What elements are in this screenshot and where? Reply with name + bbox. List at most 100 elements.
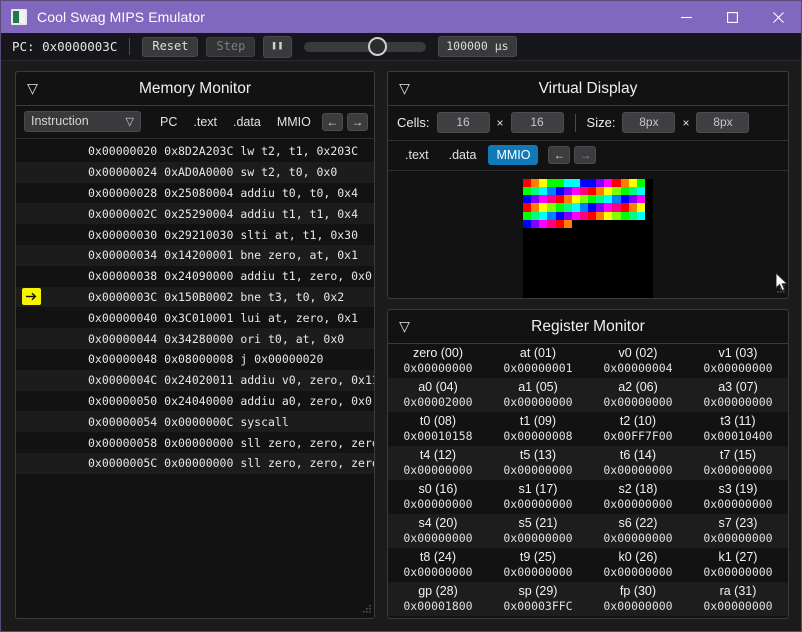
display-cell [596,179,605,188]
close-button[interactable] [755,1,801,33]
memory-view-select[interactable]: Instruction ▽ [24,111,141,132]
memory-row[interactable]: 0x00000020 0x8D2A203C lw t2, t1, 0x203C [16,141,374,162]
memory-row[interactable]: 0x0000002C 0x25290004 addiu t1, t1, 0x4 [16,203,374,225]
display-cell [531,276,540,285]
memory-row[interactable]: 0x00000030 0x29210030 slti at, t1, 0x30 [16,224,374,245]
display-cell [612,211,621,220]
memory-prev-icon[interactable]: ← [321,112,343,131]
memory-tab-mmio[interactable]: MMIO [270,112,318,132]
size-width-field[interactable]: 8px [622,112,676,133]
register-name: sp (29) [518,584,558,598]
resize-grip-icon[interactable] [358,602,372,616]
register-value: 0x00FF7F00 [603,429,673,443]
size-height-field[interactable]: 8px [696,112,750,133]
pause-button[interactable]: ❚❚ [263,35,293,58]
display-tab-mmio[interactable]: MMIO [488,145,539,165]
display-cell [555,260,564,269]
step-interval-field[interactable]: 100000 µs [438,36,517,57]
register-value: 0x00000000 [603,395,673,409]
row-marker-slot [22,205,41,222]
memory-rows[interactable]: 0x00000020 0x8D2A203C lw t2, t1, 0x203C 0… [16,139,374,618]
window-title: Cool Swag MIPS Emulator [37,9,206,25]
display-cell [555,244,564,253]
register-value: 0x00001800 [403,599,473,613]
virtual-display-header: ▽ Virtual Display [388,72,788,106]
memory-row[interactable]: 0x00000058 0x00000000 sll zero, zero, ze… [16,432,374,453]
display-tab-text[interactable]: .text [397,145,437,165]
virtual-display-tabs: .text .data MMIO ← → [388,140,788,171]
memory-next-icon[interactable]: → [346,112,368,131]
memory-row[interactable]: 0x00000028 0x25080004 addiu t0, t0, 0x4 [16,183,374,204]
register-value-line: 0x00002000 0x00000000 0x00000000 0x00000000 [388,394,788,412]
cells-width-field[interactable]: 16 [436,112,490,133]
memory-tab-text[interactable]: .text [186,112,224,132]
display-cell [644,235,653,244]
display-cell [539,244,548,253]
display-cell [555,195,564,204]
memory-row[interactable]: 0x0000004C 0x24020011 addiu v0, zero, 0x… [16,369,374,391]
virtual-display-canvas[interactable] [523,179,653,298]
register-value: 0x00000000 [703,497,773,511]
register-name: t4 (12) [419,448,457,462]
display-cell [620,187,629,196]
memory-row[interactable]: 0x00000034 0x14200001 bne zero, at, 0x1 [16,244,374,266]
memory-row[interactable]: 0x00000048 0x08000008 j 0x00000020 [16,349,374,370]
display-cell [571,211,580,220]
maximize-button[interactable] [709,1,755,33]
display-cell [539,235,548,244]
display-cell [604,227,613,236]
display-cell [547,268,556,277]
display-cell [604,244,613,253]
chevron-down-icon[interactable]: ▽ [396,80,413,97]
display-cell [604,179,613,188]
display-cell [620,235,629,244]
display-next-icon[interactable]: → [574,146,597,164]
display-cell [628,276,637,285]
display-prev-icon[interactable]: ← [548,146,571,164]
memory-row[interactable]: 0x00000054 0x0000000C syscall [16,411,374,433]
memory-tab-pc[interactable]: PC [153,112,184,132]
emulator-window: Cool Swag MIPS Emulator PC: 0x0000003C R… [0,0,802,632]
memory-row[interactable]: 0x00000050 0x24040000 addiu a0, zero, 0x… [16,391,374,412]
display-cell [620,179,629,188]
display-cell [547,284,556,293]
display-cell [588,244,597,253]
display-cell [563,292,572,298]
memory-row[interactable]: 0x00000040 0x3C010001 lui at, zero, 0x1 [16,307,374,328]
register-value: 0x00003FFC [503,599,573,613]
memory-row[interactable]: 0x0000005C 0x00000000 sll zero, zero, ze… [16,452,374,474]
display-cell [555,179,564,188]
register-name: gp (28) [418,584,458,598]
chevron-down-icon[interactable]: ▽ [396,318,413,335]
memory-tab-data[interactable]: .data [226,112,268,132]
display-cell [571,268,580,277]
step-button[interactable]: Step [206,36,256,57]
memory-row[interactable]: 0x00000024 0xAD0A0000 sw t2, t0, 0x0 [16,161,374,183]
display-cell [531,292,540,298]
display-cell [644,260,653,269]
memory-row[interactable]: 0x00000044 0x34280000 ori t0, at, 0x0 [16,328,374,349]
speed-slider-thumb[interactable] [368,36,388,56]
register-value: 0x00000000 [703,531,773,545]
memory-row-text: 0x00000034 0x14200001 bne zero, at, 0x1 [88,248,359,263]
speed-slider[interactable] [304,36,427,56]
display-cell [644,211,653,220]
memory-row[interactable]: 0x0000003C 0x150B0002 bne t3, t0, 0x2 [16,286,374,308]
display-cell [563,284,572,293]
display-cell [604,211,613,220]
chevron-down-icon[interactable]: ▽ [24,80,41,97]
reset-button[interactable]: Reset [142,36,199,57]
display-cell [523,195,532,204]
display-cell [596,276,605,285]
display-cell [620,260,629,269]
register-name: t8 (24) [419,550,457,564]
cells-height-field[interactable]: 16 [510,112,564,133]
display-tab-data[interactable]: .data [441,145,485,165]
minimize-button[interactable] [663,1,709,33]
register-value-line: 0x00000000 0x00000000 0x00000000 0x00000000 [388,564,788,582]
resize-grip-icon[interactable] [772,282,786,296]
display-cell [555,211,564,220]
register-value: 0x00000000 [503,497,573,511]
display-cell [539,187,548,196]
memory-row[interactable]: 0x00000038 0x24090000 addiu t1, zero, 0x… [16,266,374,287]
